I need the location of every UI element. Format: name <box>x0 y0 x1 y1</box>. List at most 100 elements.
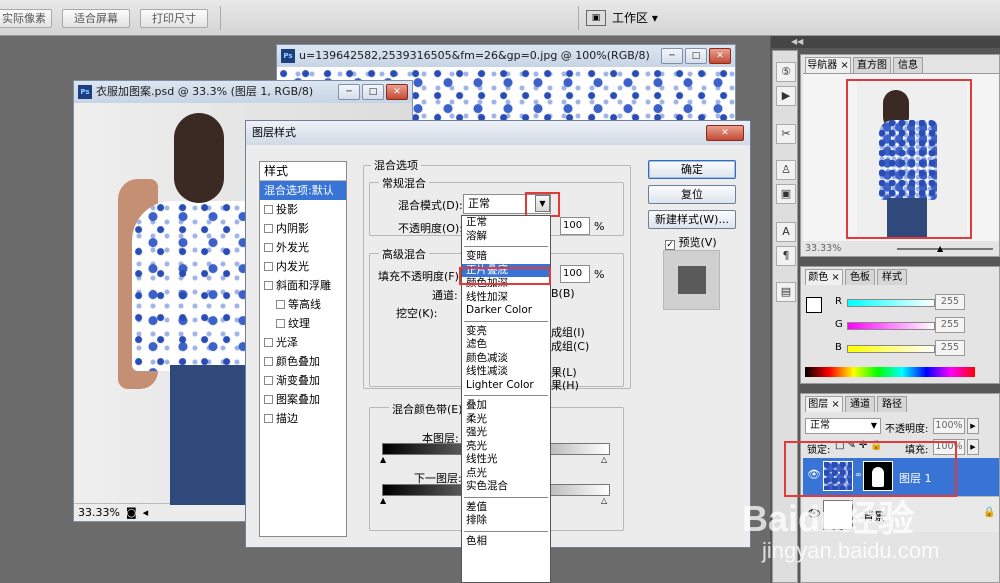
reset-button[interactable]: 复位 <box>648 185 736 204</box>
tab-paths[interactable]: 路径 <box>877 396 907 412</box>
blend-mode-option[interactable]: 柔光 <box>462 413 550 427</box>
style-item[interactable]: 混合选项:默认 <box>260 181 346 200</box>
style-checkbox[interactable] <box>264 357 273 366</box>
style-checkbox[interactable] <box>264 338 273 347</box>
tab-color[interactable]: 颜色 × <box>805 269 843 285</box>
clone-icon[interactable]: ♙ <box>776 160 796 180</box>
slider-handle-icon[interactable]: ▲ <box>380 455 386 464</box>
new-style-button[interactable]: 新建样式(W)... <box>648 210 736 229</box>
style-checkbox[interactable] <box>264 243 273 252</box>
notes-icon[interactable]: ▤ <box>776 282 796 302</box>
style-checkbox[interactable] <box>264 376 273 385</box>
blend-mode-option[interactable]: Darker Color <box>462 304 550 318</box>
maximize-button[interactable]: □ <box>685 48 707 64</box>
blue-value[interactable]: 255 <box>935 340 965 356</box>
blend-mode-option[interactable]: 排除 <box>462 514 550 528</box>
paragraph-icon[interactable]: ¶ <box>776 246 796 266</box>
ok-button[interactable]: 确定 <box>648 160 736 179</box>
color-spectrum[interactable] <box>805 367 975 377</box>
info-icon[interactable]: ◙ <box>126 504 137 521</box>
channel-b-checkbox[interactable]: B(B) <box>551 287 575 300</box>
style-checkbox[interactable] <box>264 224 273 233</box>
style-checkbox[interactable] <box>276 300 285 309</box>
style-checkbox[interactable] <box>264 262 273 271</box>
layer-opacity-value[interactable]: 100% <box>933 418 965 434</box>
style-item[interactable]: 图案叠加 <box>260 390 346 409</box>
screen-mode-icon[interactable]: ▣ <box>586 10 606 26</box>
fill-opacity-input[interactable]: 100 <box>560 265 590 283</box>
blend-mode-option[interactable]: 差值 <box>462 501 550 515</box>
slider-handle-icon[interactable]: ▲ <box>937 244 943 253</box>
zoom-slider[interactable] <box>897 248 993 250</box>
foreground-swatch[interactable] <box>806 297 822 313</box>
style-item[interactable]: 斜面和浮雕 <box>260 276 346 295</box>
blend-mode-option[interactable]: 溶解 <box>462 230 550 244</box>
history-icon[interactable]: ⑤ <box>776 62 796 82</box>
tab-layers[interactable]: 图层 × <box>805 396 843 412</box>
close-button[interactable]: ✕ <box>386 84 408 100</box>
tab-channels[interactable]: 通道 <box>845 396 875 412</box>
style-item[interactable]: 内阴影 <box>260 219 346 238</box>
print-size-button[interactable]: 打印尺寸 <box>140 9 208 28</box>
green-value[interactable]: 255 <box>935 317 965 333</box>
dock-collapse-bar[interactable]: ◀◀ <box>771 36 1000 48</box>
blend-mode-option[interactable]: 点光 <box>462 467 550 481</box>
close-button[interactable]: ✕ <box>706 125 744 141</box>
actual-pixels-button[interactable]: 实际像素 <box>0 9 52 28</box>
option-h-checkbox[interactable]: 果(H) <box>551 377 579 393</box>
chevron-right-icon[interactable]: ▶ <box>967 418 979 434</box>
window-titlebar[interactable]: Ps 衣服加图案.psd @ 33.3% (图层 1, RGB/8) ─ □ ✕ <box>74 81 412 103</box>
blend-mode-option[interactable]: Lighter Color <box>462 379 550 393</box>
chevron-right-icon[interactable]: ▶ <box>967 439 979 455</box>
slider-handle-icon[interactable]: △ <box>601 496 607 505</box>
tools-icon[interactable]: ✂ <box>776 124 796 144</box>
green-slider[interactable] <box>847 322 935 330</box>
tab-styles[interactable]: 样式 <box>877 269 907 285</box>
preview-checkbox[interactable]: ✓ 预览(V) <box>665 234 717 250</box>
style-checkbox[interactable] <box>264 205 273 214</box>
style-checkbox[interactable] <box>276 319 285 328</box>
slider-handle-icon[interactable]: △ <box>601 455 607 464</box>
blend-mode-option[interactable]: 线性光 <box>462 453 550 467</box>
workspace-menu[interactable]: 工作区 ▾ <box>612 9 658 28</box>
blend-mode-option[interactable]: 变暗 <box>462 250 550 264</box>
blend-mode-option[interactable]: 实色混合 <box>462 480 550 494</box>
style-item[interactable]: 外发光 <box>260 238 346 257</box>
blend-mode-option[interactable]: 正常 <box>462 216 550 230</box>
blend-mode-option[interactable]: 亮光 <box>462 440 550 454</box>
blend-mode-option[interactable]: 颜色减淡 <box>462 352 550 366</box>
minimize-button[interactable]: ─ <box>661 48 683 64</box>
layer-blend-mode-select[interactable]: 正常 ▼ <box>805 418 881 434</box>
maximize-button[interactable]: □ <box>362 84 384 100</box>
tab-info[interactable]: 信息 <box>893 57 923 73</box>
tab-histogram[interactable]: 直方图 <box>853 57 891 73</box>
red-value[interactable]: 255 <box>935 294 965 310</box>
blend-mode-option[interactable]: 线性减淡 <box>462 365 550 379</box>
style-item[interactable]: 投影 <box>260 200 346 219</box>
navigator-zoom[interactable]: 33.33% <box>805 243 841 254</box>
blend-mode-option[interactable]: 色相 <box>462 535 550 549</box>
blend-mode-option[interactable]: 强光 <box>462 426 550 440</box>
blue-slider[interactable] <box>847 345 935 353</box>
tab-navigator[interactable]: 导航器 × <box>805 57 851 73</box>
actions-icon[interactable]: ▶ <box>776 86 796 106</box>
dialog-titlebar[interactable]: 图层样式 ✕ <box>246 121 750 145</box>
scroll-arrow-icon[interactable]: ◂ <box>143 504 149 521</box>
style-item[interactable]: 颜色叠加 <box>260 352 346 371</box>
style-item[interactable]: 纹理 <box>260 314 346 333</box>
character-icon[interactable]: A <box>776 222 796 242</box>
style-checkbox[interactable] <box>264 414 273 423</box>
style-checkbox[interactable] <box>264 395 273 404</box>
fit-screen-button[interactable]: 适合屏幕 <box>62 9 130 28</box>
blend-mode-option[interactable]: 线性加深 <box>462 291 550 305</box>
blend-mode-option[interactable]: 叠加 <box>462 399 550 413</box>
style-item[interactable]: 内发光 <box>260 257 346 276</box>
window-titlebar[interactable]: Ps u=139642582,2539316505&fm=26&gp=0.jpg … <box>277 45 735 67</box>
tab-swatches[interactable]: 色板 <box>845 269 875 285</box>
slider-handle-icon[interactable]: ▲ <box>380 496 386 505</box>
blend-mode-option[interactable]: 变亮 <box>462 325 550 339</box>
style-item[interactable]: 渐变叠加 <box>260 371 346 390</box>
style-item[interactable]: 描边 <box>260 409 346 428</box>
minimize-button[interactable]: ─ <box>338 84 360 100</box>
brush-icon[interactable]: ▣ <box>776 184 796 204</box>
